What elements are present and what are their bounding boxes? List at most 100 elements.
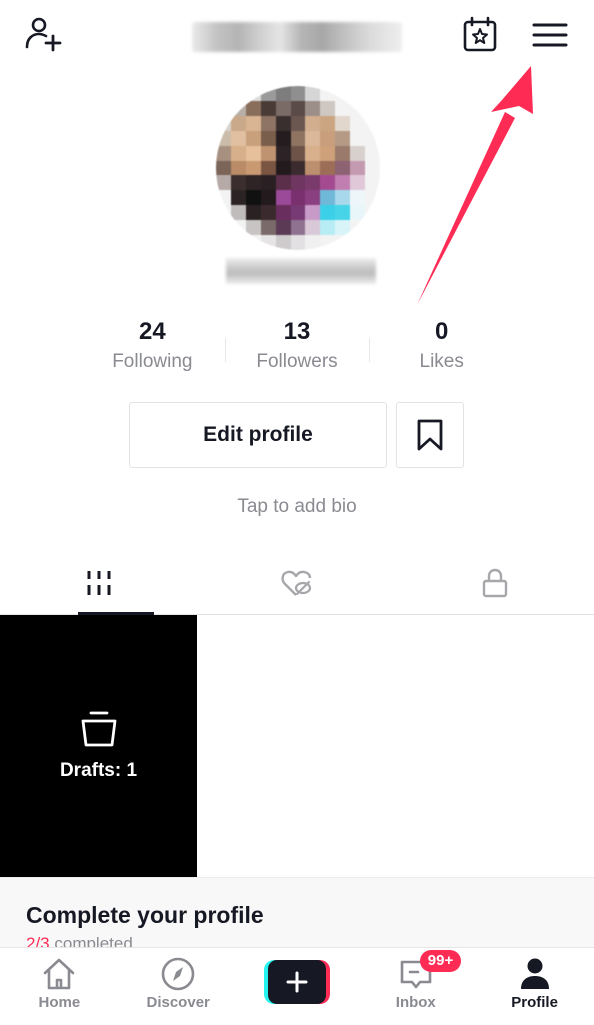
compass-icon bbox=[161, 957, 195, 991]
avatar-pixel bbox=[320, 235, 336, 250]
avatar-pixel bbox=[350, 175, 366, 191]
nav-inbox[interactable]: 99+ Inbox bbox=[356, 948, 475, 1025]
avatar-pixel bbox=[275, 175, 291, 191]
menu-button[interactable] bbox=[530, 18, 570, 52]
followers-label: Followers bbox=[256, 351, 338, 372]
home-icon bbox=[44, 958, 75, 990]
favorites-button[interactable] bbox=[396, 402, 464, 468]
nav-home-label: Home bbox=[38, 994, 81, 1011]
tab-private[interactable] bbox=[396, 552, 594, 614]
plus-create-icon bbox=[286, 971, 308, 993]
avatar-pixel bbox=[216, 235, 231, 250]
avatar-pixel bbox=[245, 190, 261, 206]
progress-suffix: completed bbox=[49, 934, 133, 948]
avatar-pixel bbox=[305, 130, 321, 146]
avatar-pixel bbox=[275, 160, 291, 176]
avatar-pixel bbox=[230, 160, 246, 176]
avatar-pixel bbox=[305, 100, 321, 116]
drafts-label: Drafts: 1 bbox=[59, 760, 138, 781]
avatar-pixel bbox=[245, 160, 261, 176]
avatar-pixel bbox=[320, 205, 336, 221]
tab-liked[interactable] bbox=[198, 552, 396, 614]
avatar-pixel bbox=[216, 205, 231, 221]
avatar-pixel bbox=[275, 130, 291, 146]
add-friend-button[interactable] bbox=[22, 14, 64, 56]
avatar-pixel bbox=[275, 145, 291, 161]
avatar-pixel bbox=[260, 190, 276, 206]
avatar-pixel bbox=[320, 190, 336, 206]
avatar-pixel bbox=[365, 235, 380, 250]
avatar-pixel bbox=[216, 86, 231, 101]
avatar-pixel bbox=[365, 145, 380, 161]
avatar-pixel bbox=[320, 100, 336, 116]
avatar-pixel bbox=[230, 175, 246, 191]
avatar-pixel bbox=[350, 86, 366, 101]
stat-following[interactable]: 24 Following bbox=[80, 316, 226, 382]
drafts-tile[interactable]: Drafts: 1 bbox=[0, 615, 197, 877]
complete-profile-card[interactable]: Complete your profile 2/3 completed bbox=[0, 877, 594, 948]
avatar-pixel bbox=[365, 100, 380, 116]
avatar-pixel bbox=[365, 220, 380, 236]
avatar-pixel bbox=[245, 235, 261, 250]
avatar-pixel bbox=[216, 190, 231, 206]
avatar-pixel bbox=[335, 220, 351, 236]
followers-count: 13 bbox=[283, 318, 311, 345]
nav-profile[interactable]: Profile bbox=[475, 948, 594, 1025]
complete-profile-title: Complete your profile bbox=[26, 902, 264, 928]
avatar-pixel bbox=[290, 130, 306, 146]
avatar-pixel bbox=[305, 160, 321, 176]
likes-count: 0 bbox=[435, 318, 449, 345]
nav-discover[interactable]: Discover bbox=[119, 948, 238, 1025]
avatar-pixel bbox=[275, 115, 291, 131]
avatar-pixel bbox=[335, 130, 351, 146]
nav-discover-label: Discover bbox=[146, 994, 210, 1011]
liked-hidden-icon bbox=[281, 570, 312, 596]
create-button[interactable] bbox=[263, 960, 330, 1004]
avatar-pixel bbox=[245, 115, 261, 131]
add-bio-link[interactable]: Tap to add bio bbox=[0, 496, 594, 518]
edit-profile-button[interactable]: Edit profile bbox=[129, 402, 387, 468]
create-button-core bbox=[267, 960, 326, 1004]
arrow-shaft bbox=[417, 112, 515, 305]
avatar-pixel bbox=[305, 190, 321, 206]
stats-row: 24 Following 13 Followers 0 Likes bbox=[80, 316, 514, 382]
grid-videos-icon bbox=[87, 571, 111, 595]
avatar-pixel bbox=[335, 190, 351, 206]
nav-home[interactable]: Home bbox=[0, 948, 119, 1025]
drafts-box-icon bbox=[81, 711, 116, 747]
avatar-pixel bbox=[290, 175, 306, 191]
avatar-pixel bbox=[350, 190, 366, 206]
avatar-pixel bbox=[230, 205, 246, 221]
avatar-pixel bbox=[216, 175, 231, 191]
avatar-pixel bbox=[350, 145, 366, 161]
avatar-pixel bbox=[350, 115, 366, 131]
avatar-pixel bbox=[290, 235, 306, 250]
avatar-pixel bbox=[216, 130, 231, 146]
avatar-pixel bbox=[260, 145, 276, 161]
avatar-pixel bbox=[260, 130, 276, 146]
stat-followers[interactable]: 13 Followers bbox=[225, 316, 371, 382]
avatar-pixel bbox=[275, 86, 291, 101]
avatar-pixel bbox=[245, 145, 261, 161]
avatar-pixel bbox=[230, 145, 246, 161]
avatar-pixel bbox=[245, 205, 261, 221]
stat-likes[interactable]: 0 Likes bbox=[369, 316, 514, 382]
nav-inbox-label: Inbox bbox=[395, 994, 436, 1011]
tab-videos[interactable] bbox=[0, 552, 198, 614]
following-label: Following bbox=[112, 351, 193, 372]
avatar-pixel bbox=[320, 86, 336, 101]
avatar-pixel bbox=[260, 100, 276, 116]
avatar[interactable] bbox=[216, 86, 380, 250]
avatar-pixel bbox=[350, 100, 366, 116]
avatar-pixel bbox=[230, 86, 246, 101]
username-title[interactable] bbox=[192, 22, 402, 52]
avatar-pixel bbox=[365, 86, 380, 101]
avatar-pixel bbox=[260, 115, 276, 131]
nav-create[interactable] bbox=[238, 948, 357, 1025]
avatar-pixel bbox=[305, 115, 321, 131]
avatar-pixel bbox=[365, 115, 380, 131]
avatar-pixel bbox=[275, 205, 291, 221]
creator-calendar-button[interactable] bbox=[460, 14, 500, 54]
avatar-pixel bbox=[335, 205, 351, 221]
avatar-pixel bbox=[216, 100, 231, 116]
